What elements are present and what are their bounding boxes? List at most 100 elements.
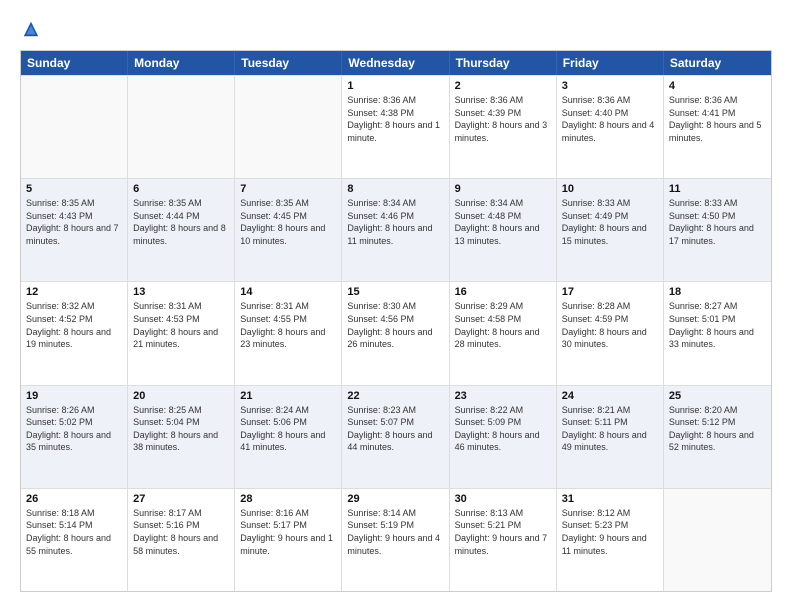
- cal-cell-3-6: 25 Sunrise: 8:20 AM Sunset: 5:12 PM Dayli…: [664, 386, 771, 488]
- cell-info: Sunrise: 8:30 AM Sunset: 4:56 PM Dayligh…: [347, 300, 443, 350]
- cal-cell-4-1: 27 Sunrise: 8:17 AM Sunset: 5:16 PM Dayli…: [128, 489, 235, 591]
- day-number: 4: [669, 80, 766, 92]
- day-number: 11: [669, 183, 766, 195]
- calendar: SundayMondayTuesdayWednesdayThursdayFrid…: [20, 50, 772, 592]
- cal-cell-3-0: 19 Sunrise: 8:26 AM Sunset: 5:02 PM Dayli…: [21, 386, 128, 488]
- cell-info: Sunrise: 8:35 AM Sunset: 4:43 PM Dayligh…: [26, 197, 122, 247]
- day-number: 23: [455, 390, 551, 402]
- day-number: 16: [455, 286, 551, 298]
- cell-info: Sunrise: 8:28 AM Sunset: 4:59 PM Dayligh…: [562, 300, 658, 350]
- cell-info: Sunrise: 8:35 AM Sunset: 4:44 PM Dayligh…: [133, 197, 229, 247]
- cell-info: Sunrise: 8:36 AM Sunset: 4:40 PM Dayligh…: [562, 94, 658, 144]
- day-number: 24: [562, 390, 658, 402]
- cell-info: Sunrise: 8:16 AM Sunset: 5:17 PM Dayligh…: [240, 507, 336, 557]
- cal-cell-0-3: 1 Sunrise: 8:36 AM Sunset: 4:38 PM Daylig…: [342, 76, 449, 178]
- day-number: 22: [347, 390, 443, 402]
- cal-cell-0-4: 2 Sunrise: 8:36 AM Sunset: 4:39 PM Daylig…: [450, 76, 557, 178]
- calendar-row-3: 19 Sunrise: 8:26 AM Sunset: 5:02 PM Dayli…: [21, 385, 771, 488]
- cell-info: Sunrise: 8:22 AM Sunset: 5:09 PM Dayligh…: [455, 404, 551, 454]
- cal-cell-4-2: 28 Sunrise: 8:16 AM Sunset: 5:17 PM Dayli…: [235, 489, 342, 591]
- cal-cell-3-2: 21 Sunrise: 8:24 AM Sunset: 5:06 PM Dayli…: [235, 386, 342, 488]
- cell-info: Sunrise: 8:17 AM Sunset: 5:16 PM Dayligh…: [133, 507, 229, 557]
- day-number: 28: [240, 493, 336, 505]
- cell-info: Sunrise: 8:21 AM Sunset: 5:11 PM Dayligh…: [562, 404, 658, 454]
- day-number: 26: [26, 493, 122, 505]
- cal-cell-1-1: 6 Sunrise: 8:35 AM Sunset: 4:44 PM Daylig…: [128, 179, 235, 281]
- cell-info: Sunrise: 8:18 AM Sunset: 5:14 PM Dayligh…: [26, 507, 122, 557]
- cal-cell-1-5: 10 Sunrise: 8:33 AM Sunset: 4:49 PM Dayli…: [557, 179, 664, 281]
- header-day-thursday: Thursday: [450, 51, 557, 75]
- header: [20, 20, 772, 38]
- day-number: 12: [26, 286, 122, 298]
- cell-info: Sunrise: 8:36 AM Sunset: 4:38 PM Dayligh…: [347, 94, 443, 144]
- cal-cell-0-1: [128, 76, 235, 178]
- day-number: 27: [133, 493, 229, 505]
- calendar-row-2: 12Sunrise: 8:32 AM Sunset: 4:52 PM Dayli…: [21, 281, 771, 384]
- cell-info: Sunrise: 8:33 AM Sunset: 4:50 PM Dayligh…: [669, 197, 766, 247]
- cal-cell-3-5: 24 Sunrise: 8:21 AM Sunset: 5:11 PM Dayli…: [557, 386, 664, 488]
- cal-cell-1-2: 7 Sunrise: 8:35 AM Sunset: 4:45 PM Daylig…: [235, 179, 342, 281]
- header-day-friday: Friday: [557, 51, 664, 75]
- cell-info: Sunrise: 8:34 AM Sunset: 4:46 PM Dayligh…: [347, 197, 443, 247]
- cal-cell-0-0: [21, 76, 128, 178]
- day-number: 1: [347, 80, 443, 92]
- day-number: 31: [562, 493, 658, 505]
- cell-info: Sunrise: 8:24 AM Sunset: 5:06 PM Dayligh…: [240, 404, 336, 454]
- day-number: 5: [26, 183, 122, 195]
- day-number: 25: [669, 390, 766, 402]
- cell-info: Sunrise: 8:26 AM Sunset: 5:02 PM Dayligh…: [26, 404, 122, 454]
- day-number: 3: [562, 80, 658, 92]
- cal-cell-3-4: 23 Sunrise: 8:22 AM Sunset: 5:09 PM Dayli…: [450, 386, 557, 488]
- cal-cell-1-0: 5 Sunrise: 8:35 AM Sunset: 4:43 PM Daylig…: [21, 179, 128, 281]
- cal-cell-0-2: [235, 76, 342, 178]
- header-day-tuesday: Tuesday: [235, 51, 342, 75]
- cell-info: Sunrise: 8:33 AM Sunset: 4:49 PM Dayligh…: [562, 197, 658, 247]
- day-number: 18: [669, 286, 766, 298]
- cal-cell-2-4: 16 Sunrise: 8:29 AM Sunset: 4:58 PM Dayli…: [450, 282, 557, 384]
- day-number: 2: [455, 80, 551, 92]
- cal-cell-2-1: 13Sunrise: 8:31 AM Sunset: 4:53 PM Dayli…: [128, 282, 235, 384]
- cell-info: Sunrise: 8:14 AM Sunset: 5:19 PM Dayligh…: [347, 507, 443, 557]
- calendar-row-1: 5 Sunrise: 8:35 AM Sunset: 4:43 PM Daylig…: [21, 178, 771, 281]
- cal-cell-4-4: 30 Sunrise: 8:13 AM Sunset: 5:21 PM Dayli…: [450, 489, 557, 591]
- cell-info: Sunrise: 8:36 AM Sunset: 4:39 PM Dayligh…: [455, 94, 551, 144]
- day-number: 30: [455, 493, 551, 505]
- header-day-sunday: Sunday: [21, 51, 128, 75]
- cell-info: Sunrise: 8:25 AM Sunset: 5:04 PM Dayligh…: [133, 404, 229, 454]
- logo: [20, 20, 40, 38]
- day-number: 7: [240, 183, 336, 195]
- cal-cell-2-3: 15Sunrise: 8:30 AM Sunset: 4:56 PM Dayli…: [342, 282, 449, 384]
- cell-info: Sunrise: 8:31 AM Sunset: 4:55 PM Dayligh…: [240, 300, 336, 350]
- calendar-row-0: 1 Sunrise: 8:36 AM Sunset: 4:38 PM Daylig…: [21, 75, 771, 178]
- cal-cell-2-2: 14 Sunrise: 8:31 AM Sunset: 4:55 PM Dayli…: [235, 282, 342, 384]
- day-number: 10: [562, 183, 658, 195]
- cal-cell-4-3: 29 Sunrise: 8:14 AM Sunset: 5:19 PM Dayli…: [342, 489, 449, 591]
- day-number: 8: [347, 183, 443, 195]
- calendar-header: SundayMondayTuesdayWednesdayThursdayFrid…: [21, 51, 771, 75]
- cell-info: Sunrise: 8:34 AM Sunset: 4:48 PM Dayligh…: [455, 197, 551, 247]
- cell-info: Sunrise: 8:27 AM Sunset: 5:01 PM Dayligh…: [669, 300, 766, 350]
- day-number: 21: [240, 390, 336, 402]
- cal-cell-2-5: 17 Sunrise: 8:28 AM Sunset: 4:59 PM Dayli…: [557, 282, 664, 384]
- cal-cell-1-3: 8 Sunrise: 8:34 AM Sunset: 4:46 PM Daylig…: [342, 179, 449, 281]
- cell-info: Sunrise: 8:13 AM Sunset: 5:21 PM Dayligh…: [455, 507, 551, 557]
- logo-icon: [22, 20, 40, 38]
- day-number: 6: [133, 183, 229, 195]
- cell-info: Sunrise: 8:35 AM Sunset: 4:45 PM Dayligh…: [240, 197, 336, 247]
- cell-info: Sunrise: 8:31 AM Sunset: 4:53 PM Dayligh…: [133, 300, 229, 350]
- day-number: 19: [26, 390, 122, 402]
- day-number: 14: [240, 286, 336, 298]
- cell-info: Sunrise: 8:29 AM Sunset: 4:58 PM Dayligh…: [455, 300, 551, 350]
- header-day-monday: Monday: [128, 51, 235, 75]
- cal-cell-3-3: 22Sunrise: 8:23 AM Sunset: 5:07 PM Dayli…: [342, 386, 449, 488]
- day-number: 20: [133, 390, 229, 402]
- cell-info: Sunrise: 8:20 AM Sunset: 5:12 PM Dayligh…: [669, 404, 766, 454]
- day-number: 17: [562, 286, 658, 298]
- header-day-wednesday: Wednesday: [342, 51, 449, 75]
- cal-cell-4-5: 31 Sunrise: 8:12 AM Sunset: 5:23 PM Dayli…: [557, 489, 664, 591]
- day-number: 29: [347, 493, 443, 505]
- cal-cell-2-0: 12Sunrise: 8:32 AM Sunset: 4:52 PM Dayli…: [21, 282, 128, 384]
- calendar-body: 1 Sunrise: 8:36 AM Sunset: 4:38 PM Daylig…: [21, 75, 771, 591]
- cell-info: Sunrise: 8:12 AM Sunset: 5:23 PM Dayligh…: [562, 507, 658, 557]
- cal-cell-0-5: 3 Sunrise: 8:36 AM Sunset: 4:40 PM Daylig…: [557, 76, 664, 178]
